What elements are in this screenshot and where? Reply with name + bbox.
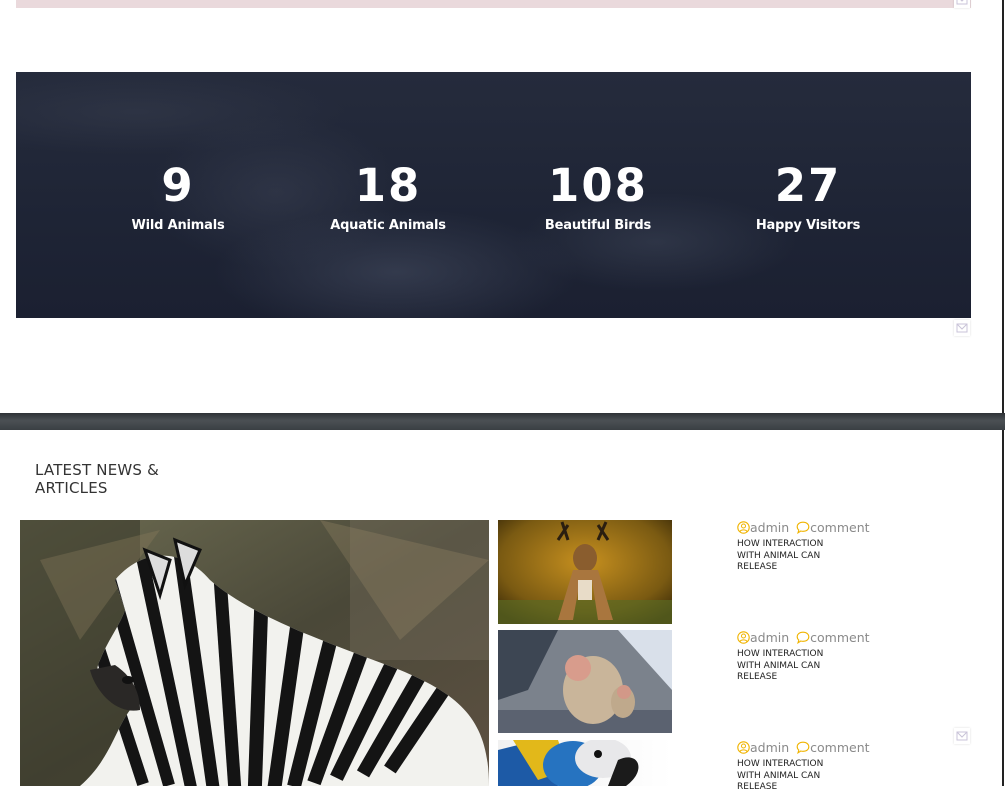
post-author[interactable]: admin bbox=[750, 520, 789, 535]
post-comment-link[interactable]: comment bbox=[810, 740, 869, 755]
stat-number: 108 bbox=[548, 159, 648, 212]
post-title[interactable]: HOW INTERACTION WITH ANIMAL CAN RELEASE bbox=[737, 539, 847, 574]
post-comment-link[interactable]: comment bbox=[810, 520, 869, 535]
stat-aquatic-animals: 18 Aquatic Animals bbox=[278, 158, 498, 233]
parrot-photo[interactable] bbox=[498, 740, 672, 786]
floating-mail-icon[interactable] bbox=[954, 320, 970, 336]
zebra-photo[interactable] bbox=[20, 520, 489, 786]
comment-icon bbox=[796, 741, 810, 758]
previous-section-strip bbox=[16, 0, 971, 8]
monkey-photo[interactable] bbox=[498, 630, 672, 733]
stat-label: Wild Animals bbox=[131, 218, 225, 233]
floating-mail-icon[interactable] bbox=[954, 0, 970, 8]
news-post-item[interactable]: admin comment HOW INTERACTION WITH ANIMA… bbox=[737, 630, 937, 684]
post-author[interactable]: admin bbox=[750, 630, 789, 645]
stat-happy-visitors: 27 Happy Visitors bbox=[698, 158, 918, 233]
post-title[interactable]: HOW INTERACTION WITH ANIMAL CAN RELEASE bbox=[737, 649, 847, 684]
stat-beautiful-birds: 108 Beautiful Birds bbox=[488, 158, 708, 233]
post-meta: admin comment bbox=[737, 630, 937, 648]
user-icon bbox=[737, 741, 750, 758]
stats-counter-section: 9 Wild Animals 18 Aquatic Animals 108 Be… bbox=[16, 72, 971, 318]
comment-icon bbox=[796, 631, 810, 648]
stat-label: Beautiful Birds bbox=[544, 218, 652, 233]
stat-wild-animals: 9 Wild Animals bbox=[68, 158, 288, 233]
stat-number: 27 bbox=[774, 159, 842, 212]
comment-icon bbox=[796, 521, 810, 538]
deer-photo[interactable] bbox=[498, 520, 672, 624]
user-icon bbox=[737, 521, 750, 538]
section-divider bbox=[0, 413, 1005, 430]
user-icon bbox=[737, 631, 750, 648]
news-section-title: LATEST NEWS & ARTICLES bbox=[35, 461, 160, 497]
stat-number: 18 bbox=[354, 159, 422, 212]
page-edge-border bbox=[1002, 0, 1004, 786]
post-title[interactable]: HOW INTERACTION WITH ANIMAL CAN RELEASE bbox=[737, 759, 847, 794]
post-comment-link[interactable]: comment bbox=[810, 630, 869, 645]
stat-label: Happy Visitors bbox=[755, 218, 861, 233]
stat-number: 9 bbox=[161, 159, 195, 212]
post-author[interactable]: admin bbox=[750, 740, 789, 755]
floating-mail-icon[interactable] bbox=[954, 728, 970, 744]
post-meta: admin comment bbox=[737, 520, 937, 538]
news-post-item[interactable]: admin comment HOW INTERACTION WITH ANIMA… bbox=[737, 520, 937, 574]
post-meta: admin comment bbox=[737, 740, 937, 758]
news-post-item[interactable]: admin comment HOW INTERACTION WITH ANIMA… bbox=[737, 740, 937, 794]
stat-label: Aquatic Animals bbox=[330, 218, 446, 233]
